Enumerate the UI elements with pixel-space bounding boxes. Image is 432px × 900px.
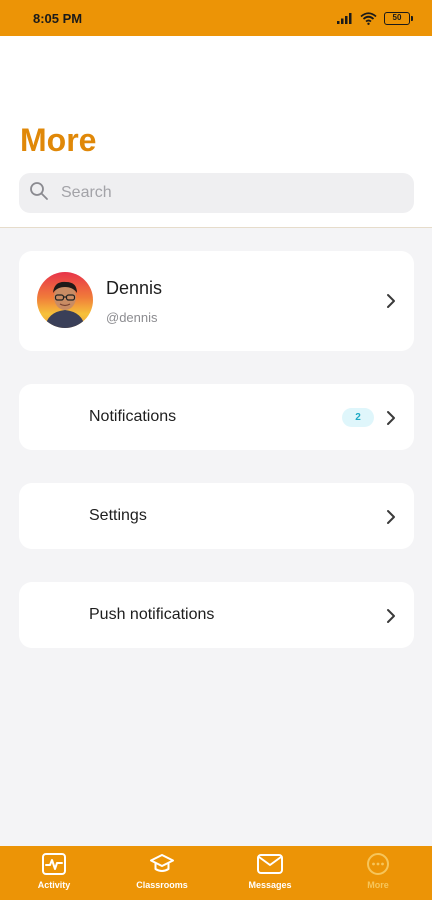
nav-item-messages[interactable]: Messages	[216, 846, 324, 900]
battery-icon: 50	[384, 11, 413, 25]
profile-name: Dennis	[106, 278, 163, 298]
menu-item-label: Notifications	[89, 408, 177, 425]
status-icons: 50	[337, 11, 413, 25]
profile-card[interactable]: Dennis @dennis	[19, 251, 414, 351]
menu-item-notifications[interactable]: Notifications 2	[19, 384, 414, 450]
nav-label: Classrooms	[136, 880, 188, 890]
search-input[interactable]	[61, 178, 381, 208]
menu-item-label: Push notifications	[89, 606, 215, 623]
profile-handle: @dennis	[106, 310, 158, 325]
nav-label: Activity	[37, 880, 71, 890]
wifi-icon	[360, 11, 377, 25]
nav-item-more[interactable]: More	[324, 846, 432, 900]
status-bar: 8:05 PM 50	[0, 0, 432, 36]
nav-label: Messages	[248, 880, 292, 890]
search-icon	[29, 181, 49, 206]
nav-item-activity[interactable]: Activity	[0, 846, 108, 900]
more-icon	[365, 852, 391, 876]
menu-item-push-notifications[interactable]: Push notifications	[19, 582, 414, 648]
menu-item-settings[interactable]: Settings	[19, 483, 414, 549]
app-screen: 8:05 PM 50 More Search Dennis @dennis No…	[0, 0, 432, 900]
chevron-right-icon	[386, 608, 396, 629]
notification-count-badge: 2	[342, 408, 374, 427]
page-header: More	[0, 36, 432, 228]
nav-label: More	[367, 880, 389, 890]
chevron-right-icon	[386, 293, 396, 314]
page-title: More	[20, 122, 97, 158]
signal-icon	[337, 12, 353, 24]
graduation-cap-icon	[149, 852, 175, 876]
search-bar[interactable]	[19, 173, 414, 213]
bottom-nav: Activity Classrooms Messages More	[0, 846, 432, 900]
status-time: 8:05 PM	[33, 10, 83, 26]
chevron-right-icon	[386, 509, 396, 530]
chevron-right-icon	[386, 410, 396, 431]
menu-item-label: Settings	[89, 507, 147, 524]
avatar	[37, 272, 93, 328]
activity-icon	[41, 852, 67, 876]
nav-item-classrooms[interactable]: Classrooms	[108, 846, 216, 900]
envelope-icon	[256, 852, 284, 876]
